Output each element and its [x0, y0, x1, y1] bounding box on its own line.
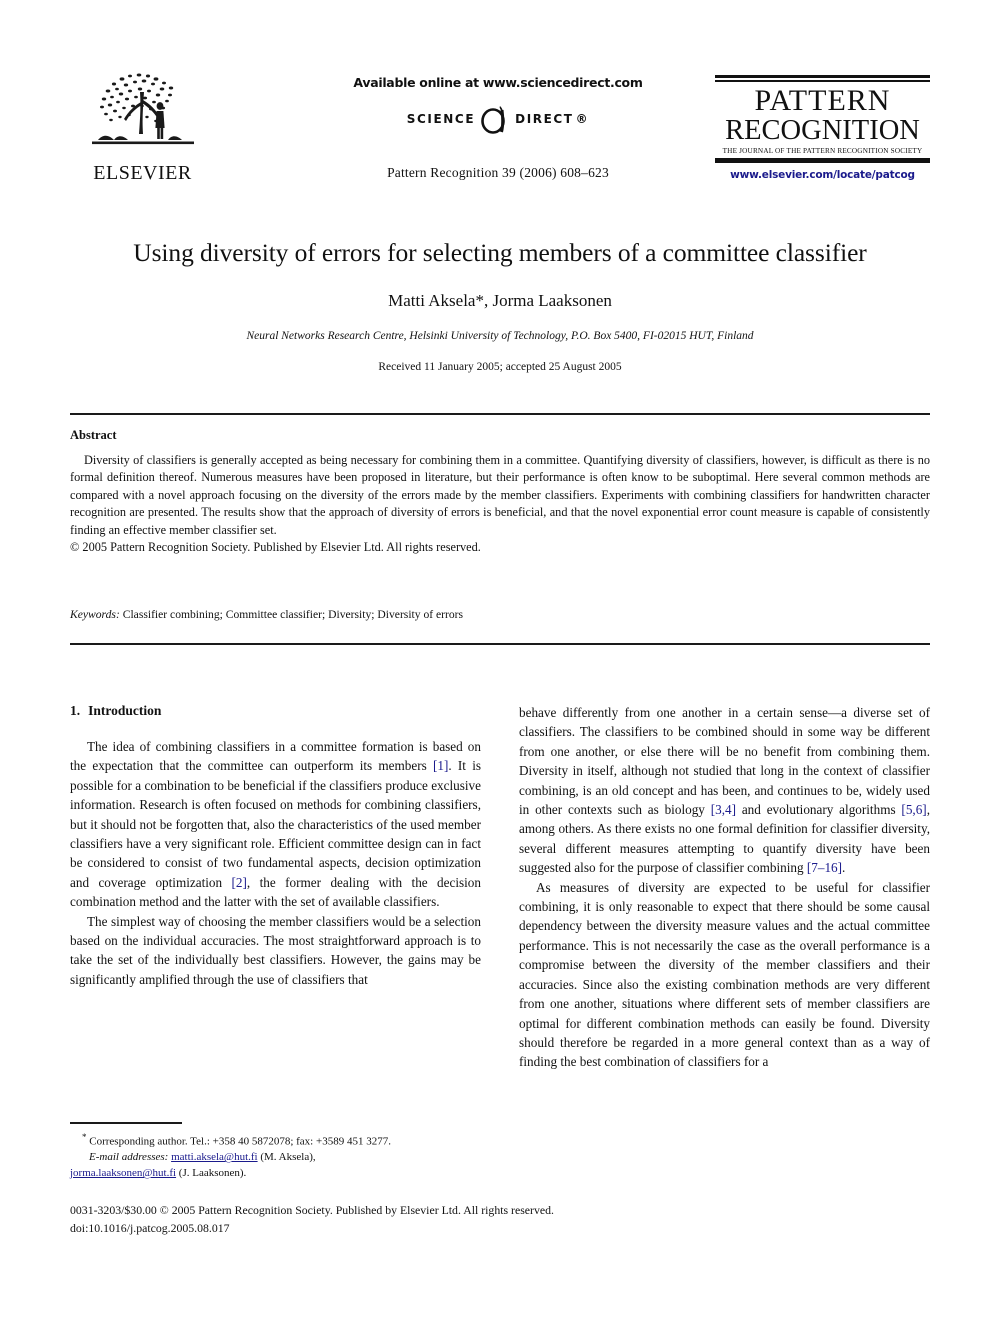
corresponding-author-footnote: * Corresponding author. Tel.: +358 40 58…	[70, 1122, 481, 1182]
journal-rule-top-thick	[715, 75, 930, 78]
abstract-section: Abstract Diversity of classifiers is gen…	[70, 428, 930, 557]
abstract-top-divider	[70, 413, 930, 416]
title-block: Using diversity of errors for selecting …	[70, 238, 930, 373]
sciencedirect-d-icon	[481, 106, 505, 134]
paragraph-text: As measures of diversity are expected to…	[519, 879, 930, 1070]
elsevier-tree-icon	[91, 73, 194, 145]
affiliation: Neural Networks Research Centre, Helsink…	[246, 329, 754, 342]
citation-reference[interactable]: [2]	[232, 875, 247, 890]
body-paragraph: The simplest way of choosing the member …	[70, 912, 481, 990]
journal-logo: PATTERN RECOGNITION THE JOURNAL OF THE P…	[715, 75, 930, 181]
email-owner-laaksonen: (J. Laaksonen).	[178, 1167, 247, 1180]
author-list: Matti Aksela*, Jorma Laaksonen	[388, 290, 612, 310]
citation-reference[interactable]: [5,6]	[901, 802, 926, 817]
journal-rule-top-thin	[715, 80, 930, 82]
email-link-aksela[interactable]: matti.aksela@hut.fi	[171, 1151, 258, 1163]
email-addresses-label: E-mail addresses:	[89, 1151, 169, 1164]
citation-reference[interactable]: [1]	[433, 758, 448, 773]
footnote-email-line-1: E-mail addresses: matti.aksela@hut.fi (M…	[70, 1150, 481, 1166]
journal-title: PATTERN RECOGNITION	[715, 83, 930, 147]
masthead: ELSEVIER Available online at www.science…	[70, 62, 930, 207]
abstract-copyright: © 2005 Pattern Recognition Society. Publ…	[70, 540, 481, 555]
left-column: 1. Introduction The idea of combining cla…	[70, 703, 481, 989]
paragraph-text: and evolutionary algorithms	[736, 802, 902, 818]
paragraph-text: The idea of combining classifiers in a c…	[70, 739, 481, 774]
elsevier-wordmark: ELSEVIER	[93, 162, 192, 184]
footnote-divider	[70, 1122, 182, 1124]
right-column-paragraphs: behave differently from one another in a…	[519, 703, 930, 1072]
section-title: Introduction	[88, 703, 162, 718]
email-link-laaksonen[interactable]: jorma.laaksonen@hut.fi	[70, 1167, 176, 1179]
keywords-line: Keywords: Classifier combining; Committe…	[70, 608, 930, 621]
paragraph-text: behave differently from one another in a…	[519, 705, 930, 818]
section-heading-introduction: 1. Introduction	[70, 703, 481, 719]
sciencedirect-science-word: SCIENCE	[406, 112, 476, 126]
paragraph-text: . It is possible for a combination to be…	[70, 758, 481, 890]
asterisk-icon: *	[82, 1131, 87, 1142]
paragraph-text: .	[842, 860, 846, 876]
email-owner-aksela: (M. Aksela),	[260, 1151, 316, 1164]
body-paragraph: The idea of combining classifiers in a c…	[70, 737, 481, 912]
sciencedirect-block: Available online at www.sciencedirect.co…	[298, 75, 698, 181]
footnote-corresponding-line: * Corresponding author. Tel.: +358 40 58…	[70, 1131, 481, 1151]
elsevier-logo: ELSEVIER	[75, 62, 210, 183]
citation-reference[interactable]: [7–16]	[807, 860, 842, 875]
abstract-text: Diversity of classifiers is generally ac…	[70, 453, 930, 537]
body-paragraph: As measures of diversity are expected to…	[519, 878, 930, 1072]
sciencedirect-direct-word: DIRECT	[515, 112, 574, 126]
issn-copyright-line: 0031-3203/$30.00 © 2005 Pattern Recognit…	[70, 1203, 554, 1217]
journal-title-line1: PATTERN	[754, 83, 891, 117]
abstract-heading: Abstract	[70, 428, 117, 442]
sciencedirect-logo: SCIENCE DIRECT ®	[298, 102, 698, 136]
registered-mark-icon: ®	[575, 112, 590, 126]
page-title: Using diversity of errors for selecting …	[133, 238, 867, 267]
abstract-bottom-divider	[70, 643, 930, 646]
page-footer: 0031-3203/$30.00 © 2005 Pattern Recognit…	[70, 1202, 930, 1237]
journal-title-line2: RECOGNITION	[725, 115, 920, 147]
paragraph-text: The simplest way of choosing the member …	[70, 913, 481, 987]
corresponding-author-text: Corresponding author. Tel.: +358 40 5872…	[89, 1135, 391, 1148]
journal-tagline: THE JOURNAL OF THE PATTERN RECOGNITION S…	[722, 147, 923, 156]
section-number: 1.	[70, 703, 81, 718]
body-paragraph: behave differently from one another in a…	[519, 703, 930, 878]
journal-rule-bottom-thick	[715, 159, 930, 163]
doi-line: doi:10.1016/j.patcog.2005.08.017	[70, 1220, 230, 1235]
keywords-value: Classifier combining; Committee classifi…	[122, 608, 464, 621]
keywords-label: Keywords:	[70, 608, 120, 621]
citation-reference[interactable]: [3,4]	[711, 802, 736, 817]
footnote-email-line-2: jorma.laaksonen@hut.fi (J. Laaksonen).	[70, 1166, 481, 1182]
available-online-text: Available online at www.sciencedirect.co…	[353, 75, 643, 90]
journal-url-link[interactable]: www.elsevier.com/locate/patcog	[715, 169, 930, 181]
right-column: behave differently from one another in a…	[519, 703, 930, 1072]
left-column-paragraphs: The idea of combining classifiers in a c…	[70, 737, 481, 989]
received-accepted-dates: Received 11 January 2005; accepted 25 Au…	[378, 360, 622, 373]
paper-page: ELSEVIER Available online at www.science…	[0, 0, 992, 1323]
journal-citation: Pattern Recognition 39 (2006) 608–623	[387, 165, 609, 180]
